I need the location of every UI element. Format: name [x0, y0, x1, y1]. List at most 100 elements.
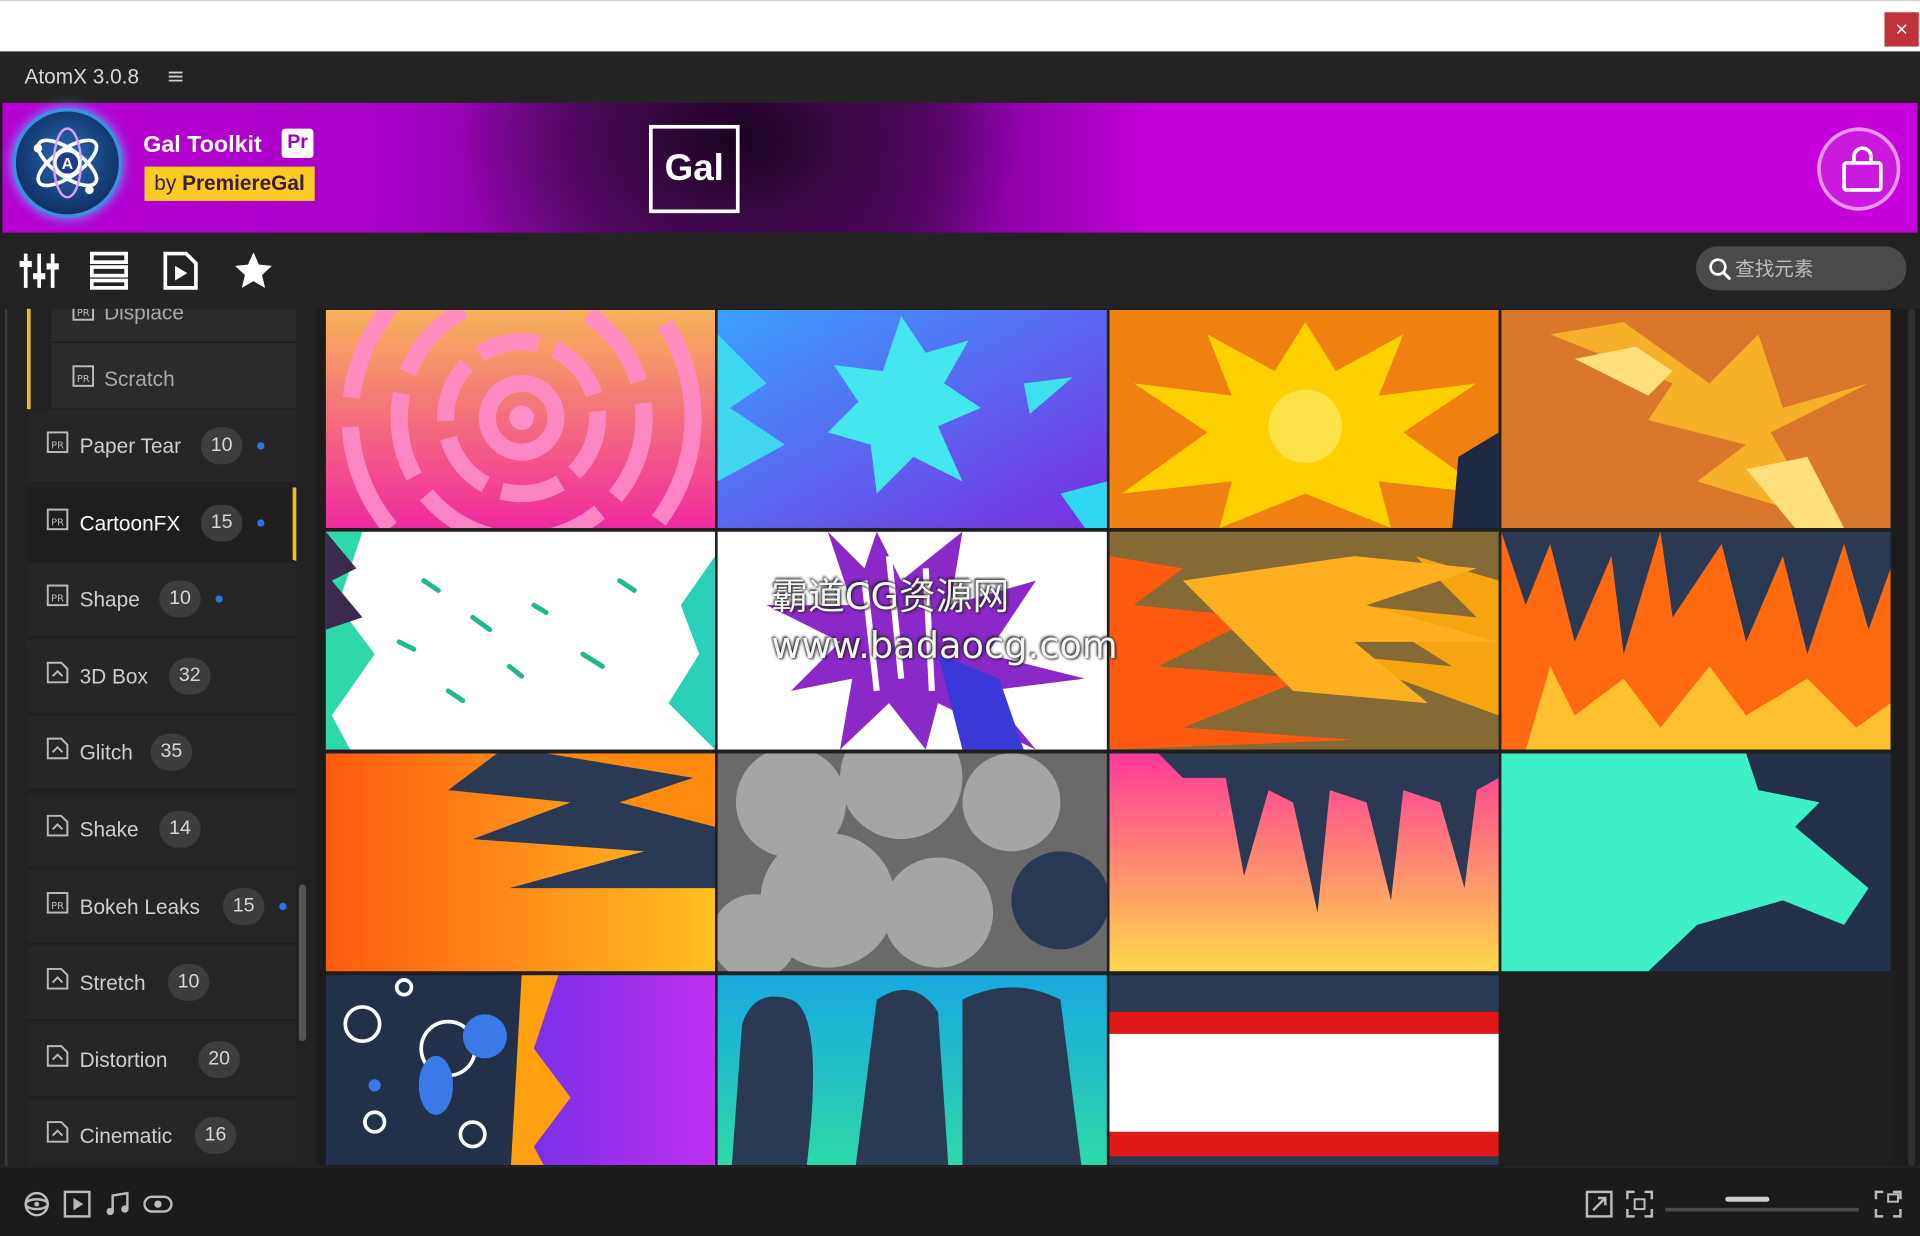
item-count-badge: 14	[159, 810, 201, 848]
item-count-badge: 35	[150, 734, 193, 771]
preview-tile-orange-flames-left[interactable]	[1109, 531, 1499, 750]
sidebar-item-label: Stretch	[79, 971, 146, 995]
preview-tile-blue-splash[interactable]	[717, 309, 1107, 528]
author-badge[interactable]: by PremiereGal	[144, 166, 315, 201]
new-indicator-dot	[257, 442, 265, 450]
item-count-badge: 10	[200, 427, 243, 465]
project-file-icon: PR	[46, 891, 69, 914]
preview-tile-yellow-explosion[interactable]	[1109, 309, 1499, 528]
category-sidebar: PR Displace PR Scratch PR Paper Tear 10 PR C…	[0, 308, 316, 1167]
sidebar-item-3d-box[interactable]: 3D Box 32	[26, 640, 297, 714]
music-note-icon[interactable]	[103, 1189, 132, 1218]
grid-scrollbar-thumb[interactable]	[1907, 308, 1916, 1167]
toolbar	[0, 232, 1920, 309]
pack-banner: A Gal Toolkit Pr by PremiereGal Gal	[2, 102, 1918, 233]
sub-item-scratch[interactable]: PR Scratch	[51, 342, 297, 410]
sidebar-item-paper-tear[interactable]: PR Paper Tear 10	[26, 410, 297, 484]
search-box[interactable]	[1695, 246, 1907, 291]
project-file-icon: PR	[46, 508, 69, 530]
watermark: 霸道CG资源网 www.badaocg.com	[771, 573, 1117, 671]
star-icon[interactable]	[233, 250, 275, 292]
project-file-icon: PR	[72, 308, 95, 321]
menu-bar: AtomX 3.0.8 ≡	[0, 51, 1920, 103]
preview-tile-red-white-stripes[interactable]	[1109, 975, 1499, 1165]
premiere-badge: Pr	[281, 128, 314, 159]
app-title: AtomX 3.0.8	[24, 64, 140, 89]
zoom-slider-track[interactable]	[1665, 1207, 1859, 1212]
app-window: AtomX 3.0.8 ≡ A Gal Toolkit Pr by Premie…	[0, 51, 1920, 1236]
sliders-icon[interactable]	[18, 250, 60, 292]
sidebar-item-distortion[interactable]: Distortion 20	[26, 1023, 297, 1098]
hamburger-menu-icon[interactable]: ≡	[167, 64, 185, 90]
svg-text:PR: PR	[51, 594, 64, 605]
sub-item-label: Scratch	[104, 367, 175, 391]
search-input[interactable]	[1735, 251, 1895, 286]
preview-tile-grey-smoke[interactable]	[717, 753, 1107, 972]
play-box-icon[interactable]	[62, 1189, 91, 1218]
preview-tile-teal-silhouettes[interactable]	[717, 975, 1107, 1165]
svg-text:PR: PR	[77, 309, 90, 319]
watermark-line2: www.badaocg.com	[771, 624, 1118, 668]
svg-text:PR: PR	[51, 440, 64, 451]
preview-tile-pink-drips[interactable]	[1109, 753, 1499, 972]
svg-text:A: A	[62, 156, 74, 173]
sidebar-item-label: Glitch	[79, 741, 133, 765]
item-count-badge: 15	[222, 887, 265, 925]
author-prefix: by	[154, 171, 183, 195]
sidebar-scrollbar[interactable]	[298, 884, 307, 1042]
project-file-icon: PR	[72, 365, 95, 387]
sidebar-item-label: Paper Tear	[79, 434, 182, 459]
item-count-badge: 10	[159, 580, 201, 618]
sub-group-accent	[26, 308, 31, 410]
sidebar-item-stretch[interactable]: Stretch 10	[26, 947, 297, 1021]
preview-tile-orange-fire-wave[interactable]	[325, 753, 716, 972]
media-icon[interactable]	[159, 250, 201, 292]
new-indicator-dot	[257, 518, 265, 527]
zoom-slider-thumb[interactable]	[1725, 1196, 1770, 1202]
sidebar-item-label: 3D Box	[79, 664, 148, 689]
store-button[interactable]	[1817, 127, 1901, 211]
sidebar-item-label: Shake	[79, 818, 139, 842]
rotate-3d-icon[interactable]	[22, 1189, 51, 1218]
sidebar-item-shake[interactable]: Shake 14	[26, 793, 297, 868]
item-count-badge: 32	[168, 657, 211, 695]
sidebar-item-label: CartoonFX	[79, 511, 181, 535]
sidebar-item-label: Distortion	[79, 1048, 168, 1072]
gal-logo: Gal	[648, 124, 740, 214]
preview-tile-fire-flames[interactable]	[1501, 531, 1891, 750]
sidebar-edge	[4, 308, 8, 1167]
shopping-bag-icon	[1842, 146, 1883, 192]
preview-tile-bubbles-transition[interactable]	[325, 975, 716, 1165]
fit-icon[interactable]	[1625, 1189, 1654, 1218]
preset-file-icon	[46, 1044, 69, 1067]
list-icon[interactable]	[88, 250, 130, 292]
atomx-logo[interactable]: A	[12, 107, 123, 219]
fullscreen-icon[interactable]	[1873, 1189, 1902, 1218]
sidebar-item-label: Bokeh Leaks	[79, 894, 200, 919]
sidebar-item-bokeh-leaks[interactable]: PR Bokeh Leaks 15	[26, 870, 297, 944]
sidebar-item-shape[interactable]: PR Shape 10	[26, 563, 297, 638]
author-name: PremiereGal	[182, 171, 305, 195]
sidebar-item-cinematic[interactable]: Cinematic 16	[26, 1100, 297, 1167]
preview-grid	[325, 309, 1894, 1165]
preview-tile-teal-liquid[interactable]	[1501, 753, 1891, 972]
preset-file-icon	[46, 661, 69, 684]
sidebar-item-glitch[interactable]: Glitch 35	[26, 717, 297, 791]
watermark-line1: 霸道CG资源网	[771, 575, 1010, 619]
close-button[interactable]: ×	[1884, 12, 1919, 47]
preview-tile-pink-flower-burst[interactable]	[325, 309, 716, 528]
expand-icon[interactable]	[1584, 1189, 1613, 1218]
item-count-badge: 15	[200, 504, 243, 541]
sidebar-item-label: Cinematic	[79, 1125, 173, 1149]
sidebar-item-cartoonfx[interactable]: PR CartoonFX 15	[26, 487, 297, 561]
preset-file-icon	[46, 968, 69, 990]
preset-file-icon	[46, 738, 69, 760]
svg-text:PR: PR	[51, 900, 64, 911]
eye-icon[interactable]	[143, 1189, 173, 1218]
grid-scrollbar[interactable]	[1906, 308, 1917, 1167]
preview-tile-orange-flare[interactable]	[1501, 309, 1891, 528]
preset-file-icon	[46, 1121, 69, 1144]
sidebar-item-label: Shape	[79, 588, 140, 612]
sub-item-displace[interactable]: PR Displace	[51, 308, 297, 343]
preview-tile-white-speed-lines[interactable]	[325, 531, 716, 750]
